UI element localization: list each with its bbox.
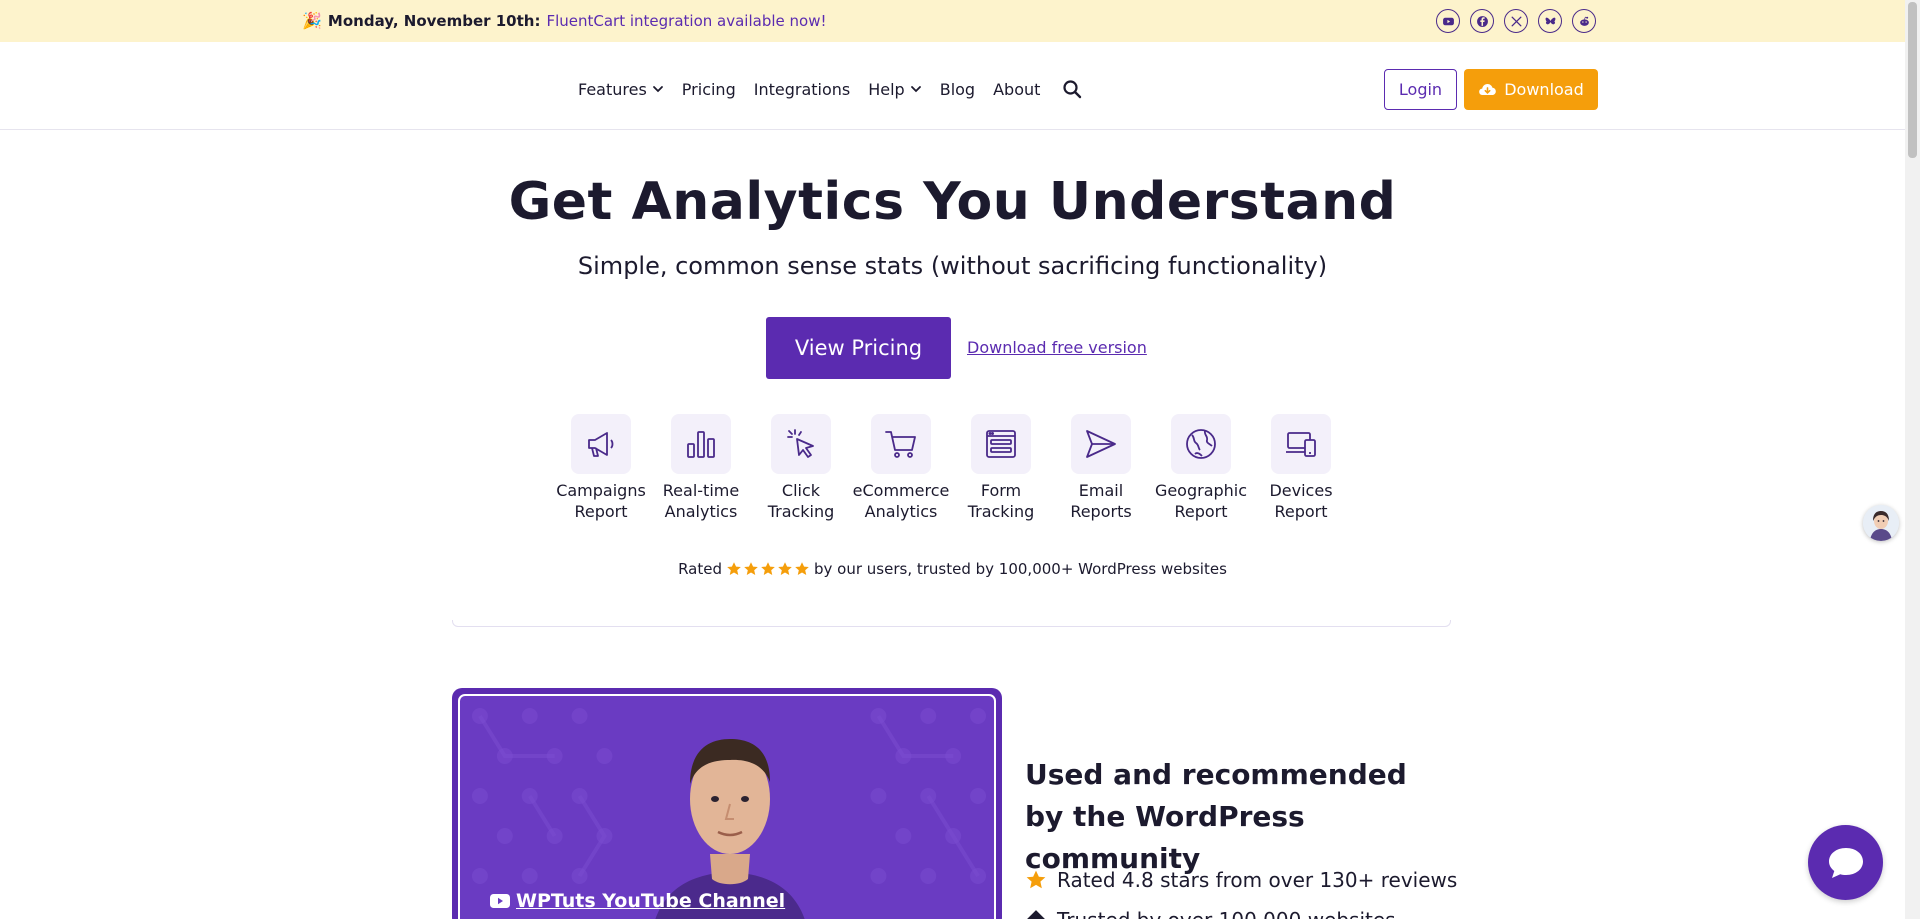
feature-label: Report — [1174, 502, 1228, 521]
star-icon — [778, 562, 792, 575]
star-icon — [761, 562, 775, 575]
social-links — [1436, 9, 1596, 33]
star-icon — [744, 562, 758, 575]
feature-label: Email — [1078, 481, 1124, 500]
feature-label: Devices — [1269, 481, 1333, 500]
login-button[interactable]: Login — [1384, 69, 1457, 110]
search-icon[interactable] — [1062, 79, 1082, 99]
nav-blog[interactable]: Blog — [940, 80, 975, 99]
five-stars — [726, 561, 810, 577]
globe-icon — [1171, 414, 1231, 474]
hero-subtitle: Simple, common sense stats (without sacr… — [577, 252, 1328, 280]
send-icon — [1071, 414, 1131, 474]
download-label: Download — [1504, 80, 1584, 99]
nav-features-label: Features — [578, 79, 647, 99]
community-bullet-text: Trusted by over 100,000 websites — [1057, 908, 1396, 919]
facebook-icon[interactable] — [1470, 9, 1494, 33]
nav-about[interactable]: About — [993, 80, 1040, 99]
youtube-icon[interactable] — [1436, 9, 1460, 33]
video-card[interactable]: WPTuts YouTube Channel — [452, 688, 1002, 919]
devices-icon — [1271, 414, 1331, 474]
star-icon — [795, 562, 809, 575]
cursor-click-icon — [771, 414, 831, 474]
feature-label: Campaigns — [556, 481, 646, 500]
chat-bubble-icon — [1828, 847, 1863, 878]
avatar-image — [1863, 505, 1899, 541]
feature-devices-report[interactable]: Devices Report — [1251, 414, 1351, 522]
announcement-date: Monday, November 10th: — [327, 11, 541, 30]
download-button[interactable]: Download — [1464, 69, 1598, 110]
main-nav: Features Pricing Integrations Help Blog … — [578, 79, 1082, 99]
megaphone-icon — [571, 414, 631, 474]
rating-line: Rated by our users, trusted by 100,000+ … — [0, 560, 1905, 578]
view-pricing-button[interactable]: View Pricing — [766, 317, 951, 379]
feature-click-tracking[interactable]: Click Tracking — [751, 414, 851, 522]
rating-prefix: Rated — [678, 560, 723, 578]
nav-help-label: Help — [868, 79, 905, 99]
download-free-link[interactable]: Download free version — [967, 338, 1147, 357]
chat-button[interactable] — [1808, 825, 1883, 900]
youtube-icon — [490, 894, 510, 908]
announcement[interactable]: 🎉 Monday, November 10th: FluentCart inte… — [302, 11, 826, 30]
star-icon — [727, 562, 741, 575]
community-heading: Used and recommended by the WordPress co… — [1025, 758, 1407, 875]
video-caption[interactable]: WPTuts YouTube Channel — [490, 890, 785, 912]
party-popper-icon: 🎉 — [302, 11, 322, 30]
feature-label: Analytics — [664, 502, 738, 521]
presenter-photo — [655, 739, 805, 919]
feature-label: Analytics — [864, 502, 938, 521]
scrollbar[interactable] — [1905, 0, 1920, 919]
nav-help[interactable]: Help — [868, 80, 921, 99]
cloud-download-icon — [1479, 83, 1497, 96]
video-caption-label: WPTuts YouTube Channel — [516, 890, 786, 912]
nav-features[interactable]: Features — [578, 80, 664, 99]
form-icon — [971, 414, 1031, 474]
site-header: Features Pricing Integrations Help Blog … — [0, 42, 1905, 130]
feature-label: Tracking — [967, 502, 1035, 521]
announcement-link[interactable]: FluentCart integration available now! — [546, 12, 826, 30]
feature-label: Form — [980, 481, 1022, 500]
community-bullet-text: Rated 4.8 stars from over 130+ reviews — [1057, 868, 1458, 892]
x-icon[interactable] — [1504, 9, 1528, 33]
hero-title: Get Analytics You Understand — [508, 172, 1397, 232]
nav-integrations[interactable]: Integrations — [754, 80, 851, 99]
feature-geographic-report[interactable]: Geographic Report — [1151, 414, 1251, 522]
chevron-down-icon — [910, 86, 921, 93]
section-divider — [452, 620, 1451, 627]
feature-label: Report — [574, 502, 628, 521]
feature-list: Campaigns Report Real-time Analytics Click… — [551, 414, 1351, 522]
feature-label: Real-time — [662, 481, 740, 500]
cart-icon — [871, 414, 931, 474]
feature-form-tracking[interactable]: Form Tracking — [951, 414, 1051, 522]
reddit-icon[interactable] — [1572, 9, 1596, 33]
feature-email-reports[interactable]: Email Reports — [1051, 414, 1151, 522]
scrollbar-thumb[interactable] — [1908, 2, 1917, 158]
avatar[interactable] — [1863, 505, 1899, 541]
feature-ecommerce-analytics[interactable]: eCommerce Analytics — [851, 414, 951, 522]
bar-chart-icon — [671, 414, 731, 474]
feature-realtime-analytics[interactable]: Real-time Analytics — [651, 414, 751, 522]
community-bullet-rating: Rated 4.8 stars from over 130+ reviews — [1025, 868, 1457, 892]
chevron-down-icon — [652, 86, 663, 93]
star-icon — [1026, 870, 1046, 889]
nav-pricing[interactable]: Pricing — [682, 80, 736, 99]
feature-label: Geographic — [1154, 481, 1248, 500]
feature-label: eCommerce — [852, 481, 950, 500]
feature-label: Tracking — [767, 502, 835, 521]
diamond-icon — [1026, 910, 1046, 919]
rating-suffix: by our users, trusted by 100,000+ WordPr… — [814, 560, 1227, 578]
feature-campaigns-report[interactable]: Campaigns Report — [551, 414, 651, 522]
feature-label: Click — [781, 481, 821, 500]
community-bullet-trusted: Trusted by over 100,000 websites — [1025, 908, 1396, 919]
bluesky-icon[interactable] — [1538, 9, 1562, 33]
video-thumbnail: WPTuts YouTube Channel — [458, 694, 996, 919]
announcement-bar: 🎉 Monday, November 10th: FluentCart inte… — [0, 0, 1905, 42]
feature-label: Report — [1274, 502, 1328, 521]
feature-label: Reports — [1070, 502, 1132, 521]
